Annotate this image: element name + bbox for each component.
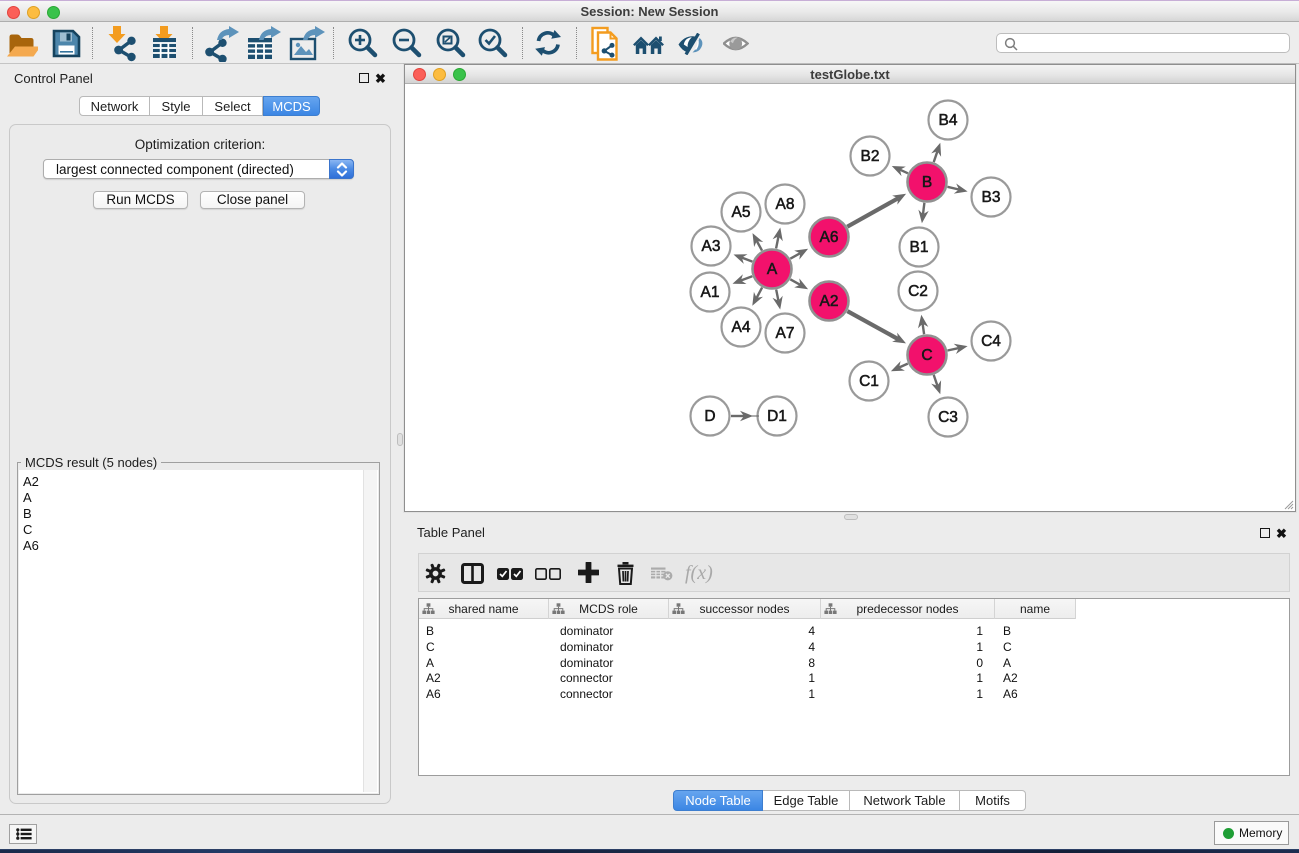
- svg-text:C2: C2: [908, 283, 928, 300]
- svg-text:B4: B4: [939, 112, 958, 129]
- svg-text:B3: B3: [982, 189, 1001, 206]
- svg-text:A1: A1: [701, 284, 720, 301]
- svg-text:A5: A5: [732, 204, 751, 221]
- svg-text:A3: A3: [702, 238, 721, 255]
- svg-text:D: D: [704, 408, 715, 425]
- svg-text:C: C: [921, 347, 932, 364]
- svg-text:B2: B2: [861, 148, 880, 165]
- svg-text:D1: D1: [767, 408, 787, 425]
- svg-text:B1: B1: [910, 239, 929, 256]
- svg-text:B: B: [922, 174, 932, 191]
- svg-text:A6: A6: [820, 229, 839, 246]
- svg-text:C3: C3: [938, 409, 958, 426]
- svg-text:A: A: [767, 261, 778, 278]
- svg-text:C1: C1: [859, 373, 879, 390]
- svg-text:A8: A8: [776, 196, 795, 213]
- svg-text:A2: A2: [820, 293, 839, 310]
- svg-text:f(x): f(x): [685, 562, 713, 584]
- svg-text:A7: A7: [776, 325, 795, 342]
- svg-text:C4: C4: [981, 333, 1001, 350]
- svg-text:A4: A4: [732, 319, 751, 336]
